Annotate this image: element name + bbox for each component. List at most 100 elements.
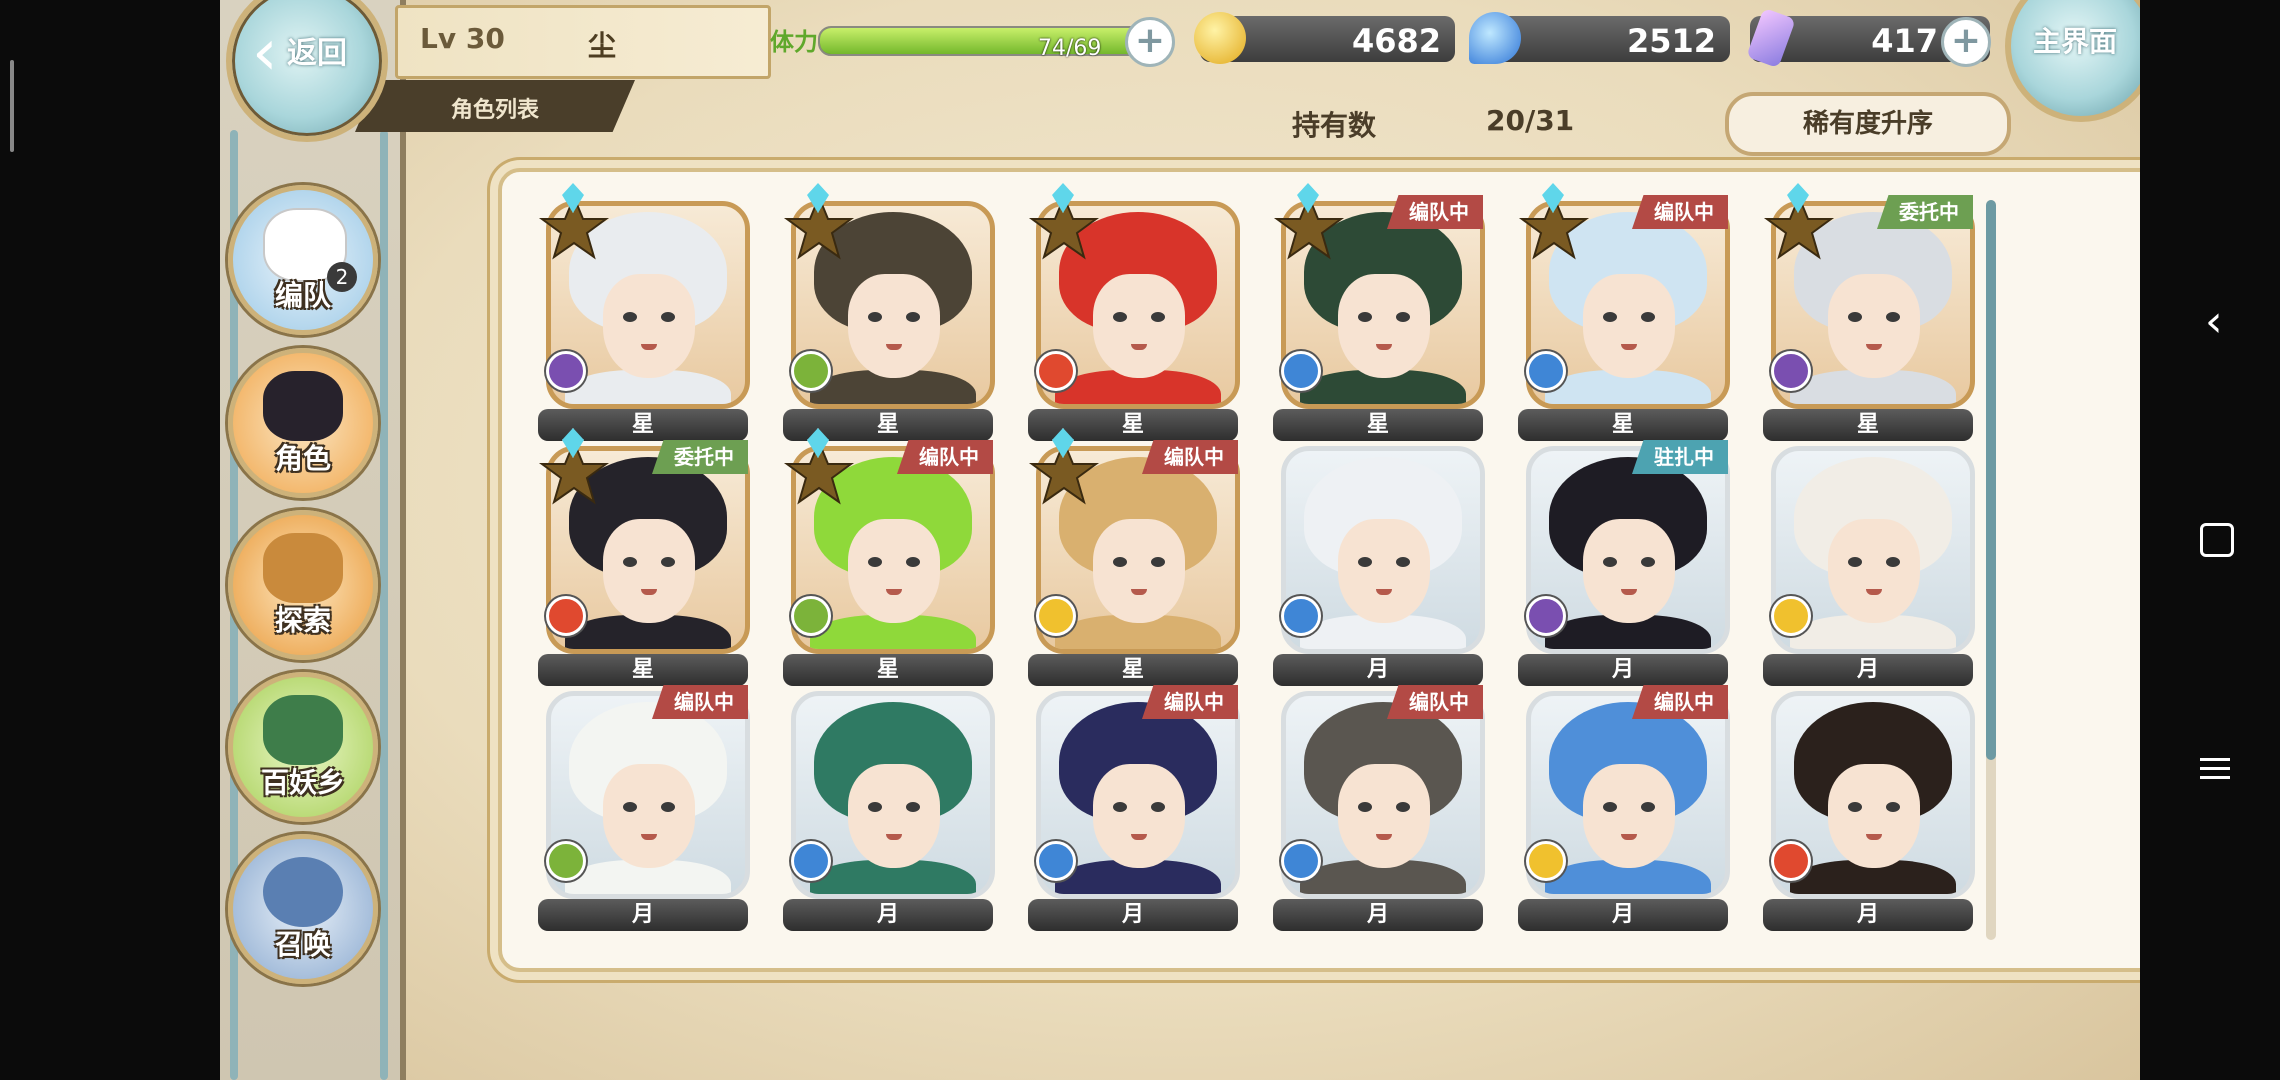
element-blue-icon	[1281, 351, 1321, 391]
menu-character-button[interactable]: 角色	[228, 348, 378, 498]
spirit-counter: 2512	[1469, 12, 1730, 64]
rarity-label: 月	[783, 899, 993, 931]
rarity-label: 星	[1028, 654, 1238, 686]
menu-explore-label: 探索	[274, 604, 331, 637]
menu-character-label: 角色	[274, 442, 331, 475]
menu-summon-button[interactable]: 召唤	[228, 834, 378, 984]
character-card[interactable]: 编队中月	[1028, 685, 1240, 933]
character-card[interactable]: 星	[783, 183, 995, 443]
character-mouth	[1131, 344, 1147, 350]
character-face	[1828, 274, 1920, 378]
character-card[interactable]: 委托中星	[538, 428, 750, 688]
status-badge: 委托中	[652, 440, 748, 474]
character-face	[1828, 764, 1920, 868]
back-label: 返回	[287, 36, 347, 71]
character-mouth	[1131, 589, 1147, 595]
character-card[interactable]: 编队中星	[1518, 183, 1730, 443]
character-card[interactable]: 星	[1028, 183, 1240, 443]
character-eye	[1603, 802, 1617, 812]
character-mouth	[1866, 834, 1882, 840]
character-mouth	[641, 589, 657, 595]
character-face	[1338, 274, 1430, 378]
character-eye	[1848, 802, 1862, 812]
stamina-value: 74/69	[1038, 36, 1102, 61]
status-badge: 委托中	[1877, 195, 1973, 229]
system-menu-icon[interactable]	[2200, 752, 2230, 785]
add-crystal-button[interactable]: +	[1941, 17, 1991, 67]
rarity-label: 星	[538, 654, 748, 686]
section-title: 角色列表	[450, 98, 539, 123]
menu-village-label: 百妖乡	[260, 766, 345, 799]
rarity-label: 星	[1763, 409, 1973, 441]
character-card[interactable]: 委托中星	[1763, 183, 1975, 443]
star-rank-icon	[1024, 183, 1104, 267]
character-eye	[868, 557, 882, 567]
character-card[interactable]: 月	[1763, 440, 1975, 688]
character-face	[603, 519, 695, 623]
screen-edge-indicator	[10, 60, 14, 152]
character-eye	[1603, 312, 1617, 322]
character-card[interactable]: 编队中月	[1273, 685, 1485, 933]
owned-count-value: 20/31	[1486, 104, 1575, 137]
character-eye	[661, 312, 675, 322]
character-face	[1093, 274, 1185, 378]
list-scrollbar[interactable]	[1986, 200, 1996, 940]
element-red-icon	[1036, 351, 1076, 391]
menu-explore-button[interactable]: 探索	[228, 510, 378, 660]
character-eye	[1641, 802, 1655, 812]
home-button[interactable]: 主界面	[2005, 0, 2140, 122]
system-back-icon[interactable]: ‹	[2205, 296, 2223, 347]
status-badge: 编队中	[652, 685, 748, 719]
status-badge: 编队中	[1142, 685, 1238, 719]
character-face	[1583, 764, 1675, 868]
cage-bar	[380, 130, 388, 1080]
star-rank-icon	[1269, 183, 1349, 267]
menu-team-button[interactable]: 2 编队	[228, 185, 378, 335]
sort-rarity-button[interactable]: 稀有度升序	[1725, 92, 2011, 156]
add-stamina-button[interactable]: +	[1125, 17, 1175, 67]
character-mouth	[1131, 834, 1147, 840]
star-rank-icon	[1759, 183, 1839, 267]
rarity-label: 月	[1518, 654, 1728, 686]
player-name: 尘	[588, 29, 617, 62]
crystal-icon	[1746, 7, 1796, 69]
owned-count-label: 持有数	[1292, 109, 1377, 142]
character-mouth	[886, 834, 902, 840]
character-mouth	[1376, 344, 1392, 350]
character-mouth	[886, 344, 902, 350]
element-green-icon	[791, 351, 831, 391]
character-eye	[1848, 557, 1862, 567]
character-card[interactable]: 编队中月	[1518, 685, 1730, 933]
character-card[interactable]: 月	[1763, 685, 1975, 933]
character-card[interactable]: 编队中月	[538, 685, 750, 933]
character-eye	[623, 557, 637, 567]
character-face	[1583, 519, 1675, 623]
rarity-label: 星	[783, 654, 993, 686]
menu-village-button[interactable]: 百妖乡	[228, 672, 378, 822]
character-mouth	[1866, 344, 1882, 350]
character-eye	[661, 802, 675, 812]
character-mouth	[641, 834, 657, 840]
element-green-icon	[791, 596, 831, 636]
element-blue-icon	[1281, 841, 1321, 881]
status-badge: 编队中	[897, 440, 993, 474]
scrollbar-thumb[interactable]	[1986, 200, 1996, 760]
back-arrow-icon: ‹	[252, 16, 278, 90]
rarity-label: 月	[1763, 899, 1973, 931]
element-red-icon	[546, 596, 586, 636]
character-card[interactable]: 编队中星	[1273, 183, 1485, 443]
character-card[interactable]: 月	[783, 685, 995, 933]
character-card[interactable]: 驻扎中月	[1518, 440, 1730, 688]
character-eye	[1886, 312, 1900, 322]
character-face	[848, 764, 940, 868]
character-card[interactable]: 编队中星	[783, 428, 995, 688]
character-card[interactable]: 月	[1273, 440, 1485, 688]
system-home-icon[interactable]	[2200, 523, 2234, 557]
character-face	[848, 274, 940, 378]
character-eye	[1358, 312, 1372, 322]
gold-coin-icon	[1194, 12, 1246, 64]
character-card[interactable]: 编队中星	[1028, 428, 1240, 688]
character-mouth	[1376, 589, 1392, 595]
character-card[interactable]: 星	[538, 183, 750, 443]
character-eye	[868, 312, 882, 322]
